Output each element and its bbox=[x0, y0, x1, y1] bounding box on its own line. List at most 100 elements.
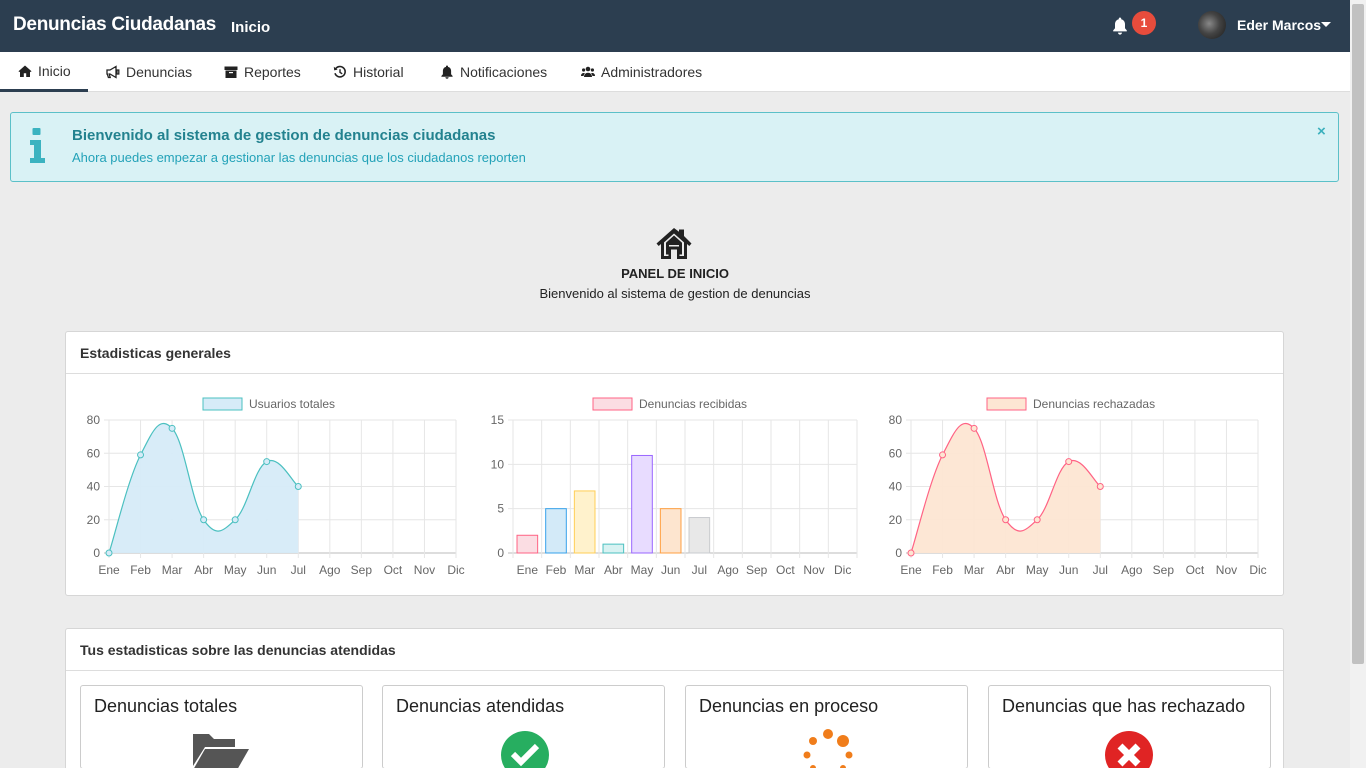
avatar[interactable] bbox=[1198, 11, 1226, 39]
times-circle-icon bbox=[1105, 731, 1153, 768]
y-tick-label: 5 bbox=[497, 502, 504, 516]
legend-swatch bbox=[202, 397, 243, 411]
scrollbar-thumb[interactable] bbox=[1352, 4, 1364, 664]
y-tick-label: 60 bbox=[87, 446, 101, 460]
data-point bbox=[168, 424, 176, 432]
x-tick-label: Abr bbox=[604, 563, 623, 577]
x-tick-label: Nov bbox=[1216, 563, 1237, 577]
mini-card-title: Denuncias totales bbox=[94, 696, 238, 716]
general-stats-card: Estadisticas generales 0 20 40 60 80 Ene Feb Ma… bbox=[65, 331, 1284, 596]
page-scrollbar[interactable] bbox=[1350, 0, 1366, 768]
x-tick-label: Jun bbox=[661, 563, 680, 577]
user-menu-name[interactable]: Eder Marcos bbox=[1237, 17, 1321, 33]
x-tick-label: Oct bbox=[776, 563, 795, 577]
current-section-title: Inicio bbox=[231, 19, 271, 36]
chart-1: 0 20 40 60 80 Ene Feb Mar Abr May Jun Jul Ago Sep Oct N… bbox=[87, 397, 465, 577]
app-brand[interactable]: Denuncias Ciudadanas bbox=[13, 14, 216, 36]
tab-notificaciones[interactable]: Notificaciones bbox=[440, 52, 547, 92]
x-tick-label: Feb bbox=[546, 563, 567, 577]
x-tick-label: Ago bbox=[319, 563, 341, 577]
tab-inicio[interactable]: Inicio bbox=[0, 52, 88, 92]
users-icon bbox=[581, 66, 595, 77]
x-tick-label: May bbox=[1026, 563, 1049, 577]
x-tick-label: Oct bbox=[1186, 563, 1205, 577]
y-tick-label: 15 bbox=[491, 413, 505, 427]
x-tick-label: Sep bbox=[1153, 563, 1175, 577]
card-title: Estadisticas generales bbox=[66, 332, 1283, 374]
x-tick-label: Ago bbox=[717, 563, 739, 577]
x-tick-label: Ene bbox=[98, 563, 120, 577]
total-complaints-card[interactable]: Denuncias totales bbox=[80, 685, 363, 768]
x-tick-label: May bbox=[631, 563, 654, 577]
x-tick-label: Mar bbox=[574, 563, 595, 577]
x-tick-label: May bbox=[224, 563, 247, 577]
x-tick-label: Ago bbox=[1121, 563, 1143, 577]
y-tick-label: 10 bbox=[491, 457, 505, 471]
x-tick-label: Nov bbox=[803, 563, 824, 577]
legend-label: Usuarios totales bbox=[249, 397, 335, 411]
data-point bbox=[137, 451, 145, 459]
folder-open-icon bbox=[193, 734, 249, 768]
rejected-complaints-card[interactable]: Denuncias que has rechazado bbox=[988, 685, 1271, 768]
y-tick-label: 60 bbox=[889, 446, 903, 460]
bullhorn-icon bbox=[106, 65, 120, 79]
main-tabs: Inicio Denuncias Reportes Historial Noti… bbox=[0, 52, 1350, 92]
in-process-complaints-card[interactable]: Denuncias en proceso bbox=[685, 685, 968, 768]
data-point bbox=[294, 483, 302, 490]
top-navbar: Denuncias Ciudadanas Inicio 1 Eder Marco… bbox=[0, 0, 1350, 52]
y-tick-label: 0 bbox=[895, 546, 902, 560]
close-icon[interactable]: × bbox=[1317, 123, 1326, 140]
legend-label: Denuncias rechazadas bbox=[1033, 397, 1155, 411]
data-point bbox=[263, 458, 271, 466]
alert-text: Ahora puedes empezar a gestionar las den… bbox=[72, 150, 526, 165]
data-point bbox=[1002, 516, 1010, 524]
check-circle-icon bbox=[501, 731, 549, 768]
notification-badge[interactable]: 1 bbox=[1132, 11, 1156, 35]
tab-label: Denuncias bbox=[126, 64, 193, 80]
data-point bbox=[939, 451, 947, 459]
home-icon bbox=[656, 228, 692, 259]
x-tick-label: Ene bbox=[900, 563, 922, 577]
x-tick-label: Dic bbox=[834, 563, 851, 577]
legend-swatch bbox=[986, 397, 1027, 411]
info-icon bbox=[30, 128, 45, 163]
data-point bbox=[105, 549, 113, 557]
x-tick-label: Abr bbox=[996, 563, 1015, 577]
chart-2: 0 5 10 15 Ene Feb Mar Abr May Jun Jul Ago Sep Oct Nov D… bbox=[491, 397, 858, 577]
x-tick-label: Ene bbox=[517, 563, 539, 577]
y-tick-label: 80 bbox=[87, 413, 101, 427]
data-point bbox=[1033, 516, 1041, 524]
y-tick-label: 20 bbox=[889, 513, 903, 527]
tab-denuncias[interactable]: Denuncias bbox=[106, 52, 192, 92]
chart-3: 0 20 40 60 80 Ene Feb Mar Abr May Jun Jul Ago Sep Oct N… bbox=[889, 397, 1267, 577]
bar bbox=[631, 454, 653, 554]
y-tick-label: 80 bbox=[889, 413, 903, 427]
x-tick-label: Nov bbox=[414, 563, 435, 577]
data-point bbox=[907, 549, 915, 557]
x-tick-label: Jul bbox=[1093, 563, 1108, 577]
bar bbox=[516, 534, 539, 554]
alert-title: Bienvenido al sistema de gestion de denu… bbox=[72, 127, 496, 144]
welcome-alert: Bienvenido al sistema de gestion de denu… bbox=[10, 112, 1339, 182]
mini-card-title: Denuncias atendidas bbox=[396, 696, 565, 716]
tab-reportes[interactable]: Reportes bbox=[224, 52, 301, 92]
spinner-icon bbox=[803, 729, 853, 768]
tab-administradores[interactable]: Administradores bbox=[581, 52, 702, 92]
data-point bbox=[1065, 458, 1073, 466]
page-title: PANEL DE INICIO bbox=[621, 266, 729, 281]
tab-historial[interactable]: Historial bbox=[333, 52, 404, 92]
tab-label: Notificaciones bbox=[460, 64, 548, 80]
x-tick-label: Feb bbox=[130, 563, 151, 577]
y-tick-label: 0 bbox=[497, 546, 504, 560]
x-tick-label: Mar bbox=[162, 563, 183, 577]
attended-complaints-card[interactable]: Denuncias atendidas bbox=[382, 685, 665, 768]
x-tick-label: Jun bbox=[257, 563, 276, 577]
chevron-down-icon[interactable] bbox=[1321, 22, 1331, 27]
bell-icon[interactable] bbox=[1112, 17, 1128, 35]
history-icon bbox=[333, 65, 346, 78]
home-icon bbox=[18, 65, 32, 77]
tab-label: Reportes bbox=[244, 64, 301, 80]
bar bbox=[659, 508, 682, 554]
x-tick-label: Feb bbox=[932, 563, 953, 577]
mini-card-title: Denuncias en proceso bbox=[699, 696, 879, 716]
